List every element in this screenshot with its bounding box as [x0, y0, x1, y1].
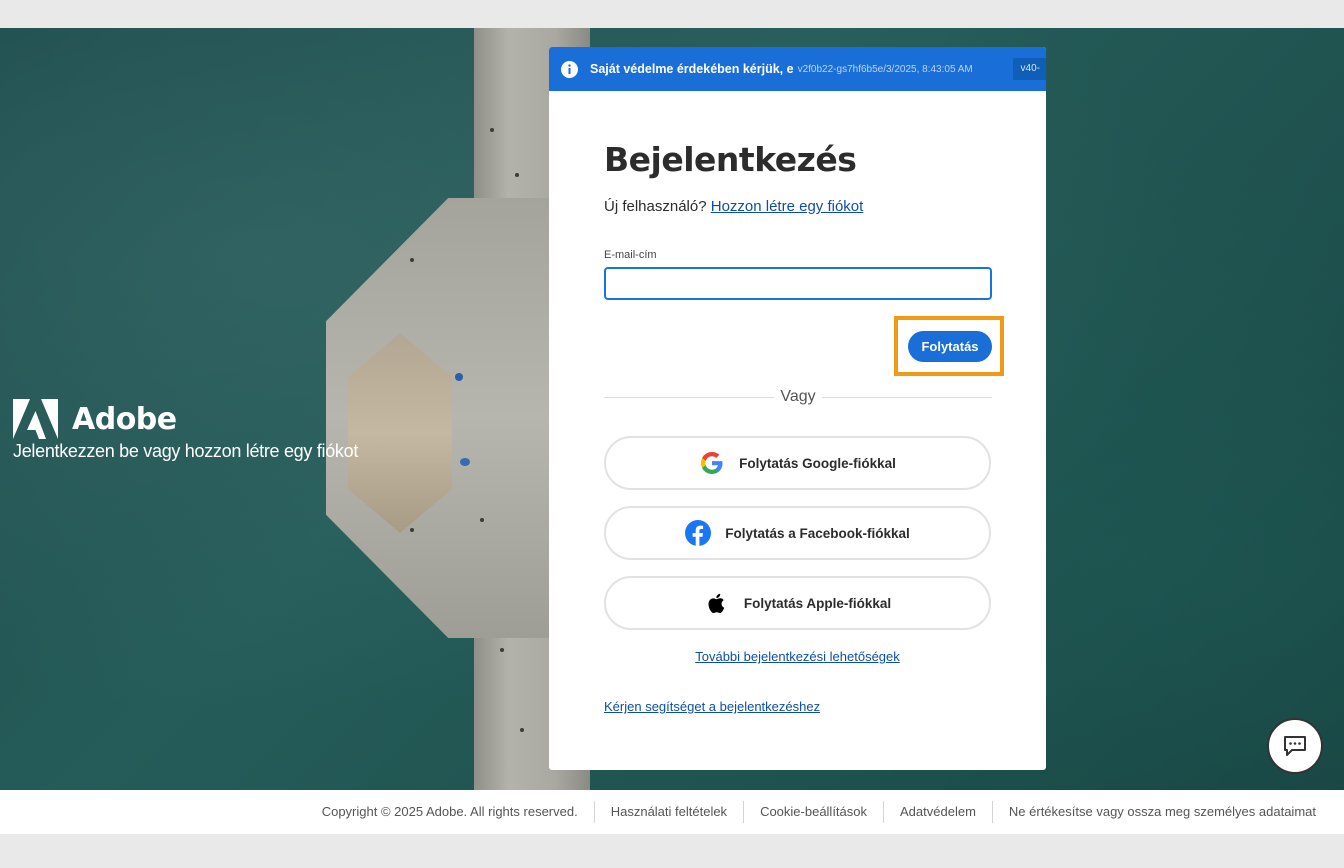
more-signin-options-link[interactable]: További bejelentkezési lehetőségek — [695, 649, 900, 664]
email-field[interactable] — [604, 267, 992, 300]
brand-block: Adobe Jelentkezzen be vagy hozzon létre … — [13, 399, 358, 462]
continue-button[interactable]: Folytatás — [908, 331, 992, 362]
new-user-line: Új felhasználó? Hozzon létre egy fiókot — [604, 198, 991, 215]
or-divider: Vagy — [604, 387, 992, 409]
banner-meta: v2f0b22-gs7hf6b5e/3/2025, 8:43:05 AM — [797, 63, 973, 75]
umbrella-dot — [460, 458, 470, 466]
terms-of-use-link[interactable]: Használati feltételek — [593, 801, 743, 823]
more-options-wrap: További bejelentkezési lehetőségek — [549, 649, 1046, 664]
info-icon — [561, 60, 578, 78]
help-link-wrap: Kérjen segítséget a bejelentkezéshez — [604, 699, 820, 714]
login-card: Saját védelme érdekében kérjük, e v2f0b2… — [549, 47, 1046, 770]
apple-signin-button[interactable]: Folytatás Apple-fiókkal — [604, 576, 991, 630]
security-banner: Saját védelme érdekében kérjük, e v2f0b2… — [549, 47, 1046, 91]
apple-icon — [708, 593, 725, 614]
google-label: Folytatás Google-fiókkal — [739, 455, 896, 471]
chat-bubble-icon — [1284, 736, 1306, 756]
brand-tagline: Jelentkezzen be vagy hozzon létre egy fi… — [13, 441, 359, 461]
person-dot — [520, 728, 524, 732]
adobe-logo-icon — [13, 399, 58, 439]
bottom-strip — [0, 834, 1344, 868]
top-strip — [0, 0, 1344, 28]
page-footer: Copyright © 2025 Adobe. All rights reser… — [0, 790, 1344, 834]
person-dot — [490, 128, 494, 132]
new-user-text: Új felhasználó? — [604, 198, 707, 215]
umbrella-dot — [455, 373, 463, 381]
person-dot — [500, 648, 504, 652]
or-text: Vagy — [780, 388, 816, 405]
do-not-sell-link[interactable]: Ne értékesítse vagy ossza meg személyes … — [991, 801, 1332, 823]
cookie-settings-link[interactable]: Cookie-beállítások — [743, 801, 883, 823]
chat-button[interactable] — [1267, 718, 1323, 774]
person-dot — [410, 258, 414, 262]
person-dot — [515, 173, 519, 177]
brand-name: Adobe — [72, 401, 177, 437]
apple-label: Folytatás Apple-fiókkal — [743, 595, 892, 611]
google-signin-button[interactable]: Folytatás Google-fiókkal — [604, 436, 991, 490]
copyright-text: Copyright © 2025 Adobe. All rights reser… — [321, 804, 578, 819]
facebook-label: Folytatás a Facebook-fiókkal — [725, 525, 910, 541]
google-icon — [701, 452, 723, 474]
version-badge: v40- — [1012, 58, 1046, 80]
facebook-icon — [685, 520, 712, 546]
facebook-signin-button[interactable]: Folytatás a Facebook-fiókkal — [604, 506, 991, 560]
person-dot — [480, 518, 484, 522]
privacy-link[interactable]: Adatvédelem — [883, 801, 992, 823]
banner-text: Saját védelme érdekében kérjük, e — [590, 62, 794, 76]
email-label: E-mail-cím — [604, 249, 657, 261]
person-dot — [410, 528, 414, 532]
create-account-link[interactable]: Hozzon létre egy fiókot — [711, 198, 864, 215]
signin-help-link[interactable]: Kérjen segítséget a bejelentkezéshez — [604, 699, 820, 714]
page-title: Bejelentkezés — [604, 140, 857, 179]
continue-highlight: Folytatás — [894, 316, 1004, 376]
